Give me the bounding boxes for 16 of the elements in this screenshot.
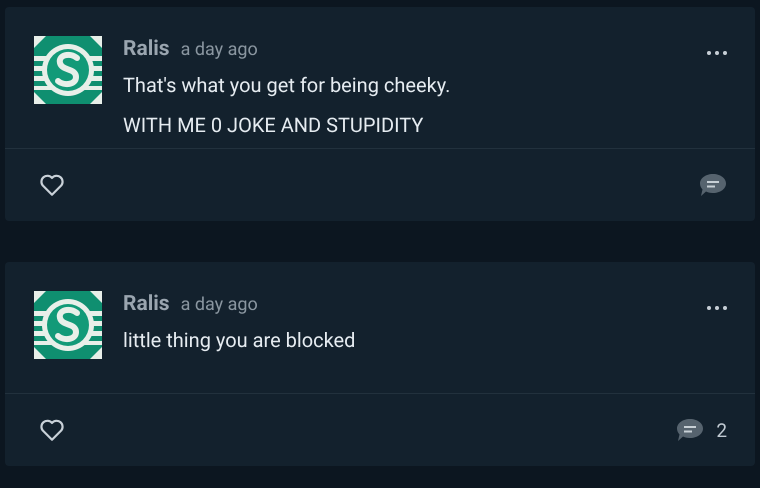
author-name[interactable]: Ralis — [123, 37, 170, 61]
like-heart-icon[interactable] — [39, 173, 65, 197]
more-options-icon[interactable] — [707, 306, 727, 310]
comment-text: That's what you get for being cheeky. — [123, 72, 452, 99]
timestamp: a day ago — [180, 39, 258, 60]
avatar-logo-icon — [34, 291, 102, 359]
timestamp: a day ago — [180, 294, 258, 315]
reply-count: 2 — [716, 418, 727, 442]
like-heart-icon[interactable] — [39, 418, 65, 442]
more-options-icon[interactable] — [707, 51, 727, 55]
comment-bubble-icon[interactable] — [676, 418, 704, 442]
avatar-logo-icon — [34, 36, 102, 104]
comment-text: WITH ME 0 JOKE AND STUPIDITY — [123, 112, 424, 139]
author-name[interactable]: Ralis — [123, 292, 170, 316]
comment-text: little thing you are blocked — [123, 327, 356, 354]
comment-bubble-icon[interactable] — [699, 173, 727, 197]
